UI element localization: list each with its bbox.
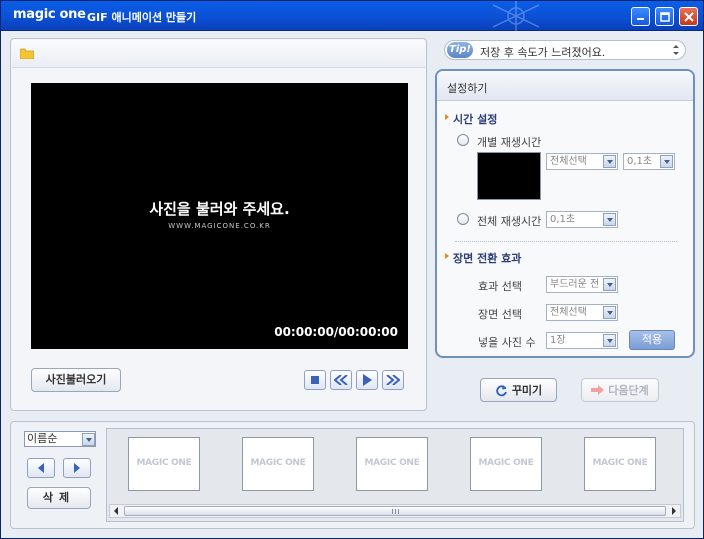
- all-time-select[interactable]: 0,1초: [546, 211, 618, 228]
- refresh-icon: [496, 384, 507, 396]
- individual-time-radio[interactable]: [457, 134, 469, 146]
- chevron-down-icon: [603, 306, 616, 319]
- tip-bar[interactable]: Tip! 저장 후 속도가 느려졌어요.: [444, 40, 686, 60]
- sort-order-select[interactable]: 이름순: [24, 431, 96, 447]
- chevron-down-icon: [603, 213, 616, 226]
- fast-forward-icon: [386, 375, 400, 385]
- individual-time-label: 개별 재생시간: [477, 136, 542, 149]
- horizontal-scrollbar[interactable]: [109, 504, 681, 518]
- thumbnail-slot[interactable]: MAGIC ONE: [128, 437, 200, 491]
- app-window: magic one GIF 애니메이션 만들기 사진을 불러와 주세요. WWW…: [0, 0, 704, 539]
- maximize-button[interactable]: [655, 7, 674, 26]
- scroll-left-arrow-icon[interactable]: [114, 507, 118, 515]
- settings-header: 설정하기: [437, 71, 693, 101]
- time-settings-title: 시간 설정: [444, 113, 498, 126]
- preview-toolbar: [12, 40, 425, 68]
- empty-preview-message: 사진을 불러와 주세요.: [149, 200, 290, 218]
- minimize-button[interactable]: [631, 7, 650, 26]
- scroll-right-arrow-icon[interactable]: [672, 507, 676, 515]
- tip-scroll-arrows-icon[interactable]: [671, 43, 681, 57]
- all-time-label: 전체 재생시간: [477, 215, 542, 228]
- thumbnail-slot[interactable]: MAGIC ONE: [356, 437, 428, 491]
- title-bar[interactable]: magic one GIF 애니메이션 만들기: [1, 1, 703, 31]
- thumbnail-slot[interactable]: MAGIC ONE: [242, 437, 314, 491]
- move-left-button[interactable]: [27, 458, 55, 478]
- chevron-right-icon: [74, 463, 80, 473]
- chevron-left-icon: [38, 463, 44, 473]
- stop-icon: [311, 376, 319, 384]
- thumbnail-slot[interactable]: MAGIC ONE: [470, 437, 542, 491]
- tip-text: 저장 후 속도가 느려졌어요.: [480, 46, 606, 59]
- fast-forward-button[interactable]: [382, 370, 404, 390]
- window-title: GIF 애니메이션 만들기: [87, 11, 197, 24]
- next-step-button[interactable]: 다음단계: [581, 378, 659, 402]
- section-divider: [455, 241, 677, 242]
- rewind-button[interactable]: [330, 370, 352, 390]
- thumbnail-slot[interactable]: MAGIC ONE: [584, 437, 656, 491]
- scene-select[interactable]: 전체선택: [546, 304, 618, 321]
- effect-select-label: 효과 선택: [478, 280, 522, 293]
- chevron-down-icon: [603, 334, 616, 347]
- settings-title: 설정하기: [447, 82, 488, 95]
- individual-time-select[interactable]: 0,1초: [623, 153, 675, 170]
- apply-button[interactable]: 적용: [629, 330, 675, 350]
- preview-screen: 사진을 불러와 주세요. WWW.MAGICONE.CO.KR 00:00:00…: [31, 83, 408, 349]
- scene-select-label: 장면 선택: [478, 308, 522, 321]
- chevron-down-icon: [660, 155, 673, 168]
- tip-badge: Tip!: [447, 42, 473, 58]
- preview-panel: 사진을 불러와 주세요. WWW.MAGICONE.CO.KR 00:00:00…: [10, 38, 427, 411]
- effect-select[interactable]: 부드러운 전: [546, 276, 618, 293]
- maximize-icon: [659, 11, 670, 22]
- brand-logo: magic one: [13, 7, 86, 22]
- close-icon: [683, 11, 694, 22]
- delete-button[interactable]: 삭제: [27, 487, 91, 509]
- decorate-button[interactable]: 꾸미기: [480, 378, 557, 402]
- load-photos-button[interactable]: 사진불러오기: [31, 368, 121, 392]
- play-icon: [363, 374, 372, 386]
- transition-settings-title: 장면 전환 효과: [444, 252, 522, 265]
- thumbnail-strip: MAGIC ONE MAGIC ONE MAGIC ONE MAGIC ONE …: [106, 428, 684, 522]
- stop-button[interactable]: [304, 370, 326, 390]
- folder-icon[interactable]: [20, 48, 34, 59]
- individual-frame-select[interactable]: 전체선택: [546, 153, 618, 170]
- frame-preview-swatch: [477, 152, 541, 200]
- close-button[interactable]: [679, 7, 698, 26]
- chevron-down-icon: [82, 433, 95, 446]
- chevron-down-icon: [603, 278, 616, 291]
- photo-count-select[interactable]: 1장: [546, 332, 618, 349]
- chevron-down-icon: [603, 155, 616, 168]
- grip-icon: [392, 509, 399, 514]
- rewind-icon: [334, 375, 348, 385]
- settings-panel: 설정하기 시간 설정 개별 재생시간 전체선택 0,1초 전체 재생시간 0,1…: [435, 69, 695, 358]
- photo-count-label: 넣을 사진 수: [478, 336, 536, 349]
- filmstrip-panel: 이름순 삭제 MAGIC ONE MAGIC ONE MAGIC ONE MAG…: [10, 421, 695, 529]
- scrollbar-thumb[interactable]: [124, 506, 666, 516]
- arrow-right-icon: [591, 385, 605, 395]
- minimize-icon: [637, 18, 644, 20]
- snowflake-decoration-icon: [492, 1, 540, 31]
- all-time-radio[interactable]: [457, 213, 469, 225]
- move-right-button[interactable]: [63, 458, 91, 478]
- preview-url: WWW.MAGICONE.CO.KR: [168, 222, 271, 230]
- timecode: 00:00:00/00:00:00: [274, 325, 398, 339]
- play-button[interactable]: [356, 370, 378, 390]
